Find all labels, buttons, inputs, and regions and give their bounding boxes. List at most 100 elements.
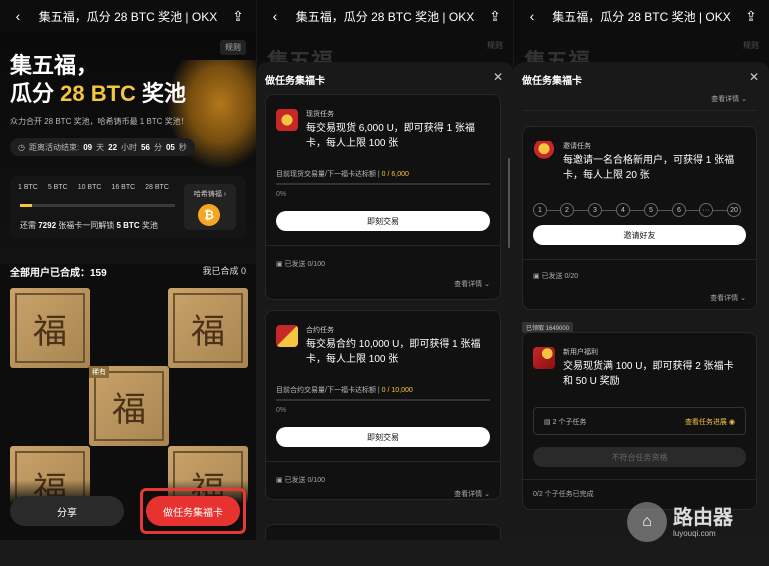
watermark-name: 路由器	[673, 506, 733, 529]
divider	[523, 259, 756, 260]
do-tasks-button-highlight[interactable]: 做任务集福卡	[140, 488, 246, 534]
do-tasks-button[interactable]: 做任务集福卡	[146, 496, 240, 526]
fu-card-rare[interactable]: 稀有福	[89, 366, 169, 446]
next-task-card	[265, 524, 501, 540]
details-text: 查看详情	[711, 96, 740, 103]
unlock-middle: 张福卡一同解锁	[56, 221, 117, 230]
back-arrow-icon[interactable]: ‹	[10, 8, 26, 24]
fu-character: 福	[94, 371, 164, 441]
subtasks-count: 2 个子任务	[552, 419, 587, 426]
task-percent: 0%	[276, 407, 287, 414]
headline-prefix: 瓜分	[10, 81, 61, 106]
close-icon[interactable]: ✕	[749, 70, 759, 84]
task-tag: 现货任务	[306, 111, 334, 118]
subtitle: 众力合开 28 BTC 奖池，哈希铸币最 1 BTC 奖池！	[10, 117, 189, 126]
pool-progress-fill	[20, 204, 33, 207]
details-text: 查看详情	[710, 295, 739, 302]
rules-link[interactable]: 规则	[220, 40, 246, 55]
progress-label-text: 目前现货交易量/下一福卡达标额	[276, 171, 376, 178]
task-percent: 0%	[276, 191, 287, 198]
view-details-link[interactable]: 查看详情 ⌄	[710, 293, 746, 303]
share-icon[interactable]: ⇪	[743, 8, 759, 25]
invite-friends-button[interactable]: 邀请好友	[533, 225, 746, 245]
view-details-link[interactable]: 查看详情 ⌄	[454, 279, 490, 289]
share-button[interactable]: 分享	[10, 496, 124, 526]
cards-sent-text: 已发送 0/20	[541, 273, 579, 280]
subtasks-box[interactable]: ▤ 2 个子任务 查看任务进展 ◉	[533, 407, 746, 435]
task-sheet: 做任务集福卡 ✕ 现货任务 每交易现货 6,000 U，即可获得 1 张福卡，每…	[257, 62, 513, 540]
subtasks-label: ▤ 2 个子任务	[544, 417, 586, 427]
page-title: 集五福，瓜分 28 BTC 奖池 | OKX	[295, 9, 475, 24]
step-marker: 3	[588, 203, 602, 217]
sheet-title: 做任务集福卡	[265, 76, 325, 87]
bitcoin-icon: ₿	[198, 204, 220, 226]
watermark-url: luyouqi.com	[673, 528, 716, 538]
unlock-suffix: 奖池	[139, 221, 158, 230]
clock-icon: ◷	[18, 142, 25, 152]
cards-sent: ▣ 已发送 0/100	[276, 475, 325, 485]
close-icon[interactable]: ✕	[493, 70, 503, 84]
router-logo-icon: ⌂	[627, 502, 667, 542]
tick-label: 5 BTC	[47, 184, 68, 191]
countdown-label: 距离活动结束:	[28, 142, 80, 152]
countdown-days: 09	[83, 142, 93, 152]
contract-task-icon	[276, 325, 298, 347]
countdown-seconds: 05	[165, 142, 175, 152]
invite-task-card: 邀请任务 每邀请一名合格新用户，可获得 1 张福卡，每人上限 20 张 1 2 …	[522, 126, 757, 310]
view-progress-text: 查看任务进展	[684, 419, 727, 426]
days-unit: 天	[96, 142, 105, 152]
hash-mint-label: 哈希铸福	[193, 191, 222, 198]
scrollbar[interactable]	[508, 158, 510, 248]
tick-label: 10 BTC	[77, 184, 102, 191]
seconds-unit: 秒	[178, 142, 187, 152]
tick-label: 28 BTC	[145, 184, 169, 191]
task-description: 每交易合约 10,000 U，即可获得 1 张福卡，每人上限 100 张	[306, 339, 481, 365]
invite-task-icon	[533, 141, 555, 163]
top-bar: ‹ 集五福，瓜分 28 BTC 奖池 | OKX ⇪	[257, 0, 513, 32]
back-arrow-icon[interactable]: ‹	[267, 8, 283, 24]
chevron-down-icon: ⌄	[484, 281, 490, 288]
view-details-link[interactable]: 查看详情 ⌄	[711, 94, 747, 104]
trade-now-button[interactable]: 即刻交易	[276, 211, 490, 231]
hash-mint-button[interactable]: 哈希铸福 › ₿	[184, 184, 236, 230]
chevron-down-icon: ⌄	[740, 295, 746, 302]
task-tag: 合约任务	[306, 327, 334, 334]
headline-line2: 瓜分 28 BTC 奖池	[10, 80, 186, 108]
background-rules: 规则	[743, 41, 759, 50]
fu-character: 福	[173, 293, 243, 363]
step-marker: 2	[560, 203, 574, 217]
progress-value: 0 / 10,000	[381, 387, 413, 394]
background-rules: 规则	[487, 41, 503, 50]
unlock-prefix: 还需	[20, 221, 39, 230]
view-progress-link[interactable]: 查看任务进展 ◉	[685, 417, 735, 427]
not-eligible-button[interactable]: 不符合任务资格	[533, 447, 746, 467]
unlock-hint: 还需 7292 张福卡一同解锁 5 BTC 奖池	[20, 220, 158, 231]
prize-amount: 28 BTC	[60, 81, 136, 106]
tick-label: 1 BTC	[18, 184, 38, 191]
my-synthesized-link[interactable]: 我已合成 0	[202, 264, 246, 277]
countdown-hours: 22	[108, 142, 118, 152]
unlock-amount: 5 BTC	[116, 221, 140, 230]
back-arrow-icon[interactable]: ‹	[524, 8, 540, 24]
divider	[266, 461, 500, 462]
unlock-count: 7292	[38, 221, 57, 230]
new-user-task-icon	[533, 347, 555, 369]
tasks-sheet-panel-2: ‹ 集五福，瓜分 28 BTC 奖池 | OKX ⇪ 集五福 规则 做任务集福卡…	[514, 0, 769, 540]
details-text: 查看详情	[454, 491, 483, 498]
synth-label: 全部用户已合成：	[10, 268, 90, 279]
share-icon[interactable]: ⇪	[487, 8, 503, 25]
top-bar: ‹ 集五福，瓜分 28 BTC 奖池 | OKX ⇪	[514, 0, 769, 32]
share-icon[interactable]: ⇪	[230, 8, 246, 25]
fu-card[interactable]: 福	[10, 288, 90, 368]
task-tag: 邀请任务	[563, 143, 591, 150]
tick-label: 16 BTC	[111, 184, 136, 191]
synthesized-count: 全部用户已合成：159	[10, 264, 107, 279]
task-progress-label: 目前现货交易量/下一福卡达标额 | 0 / 6,000	[276, 171, 409, 178]
countdown-timer: ◷ 距离活动结束: 09 天 22 小时 56 分 05 秒	[10, 138, 195, 156]
task-progress-bar	[276, 399, 490, 401]
view-details-link[interactable]: 查看详情 ⌄	[454, 489, 490, 499]
fu-card[interactable]: 福	[168, 288, 248, 368]
contract-task-card: 合约任务 每交易合约 10,000 U，即可获得 1 张福卡，每人上限 100 …	[265, 310, 501, 500]
step-marker: 6	[672, 203, 686, 217]
trade-now-button[interactable]: 即刻交易	[276, 427, 490, 447]
